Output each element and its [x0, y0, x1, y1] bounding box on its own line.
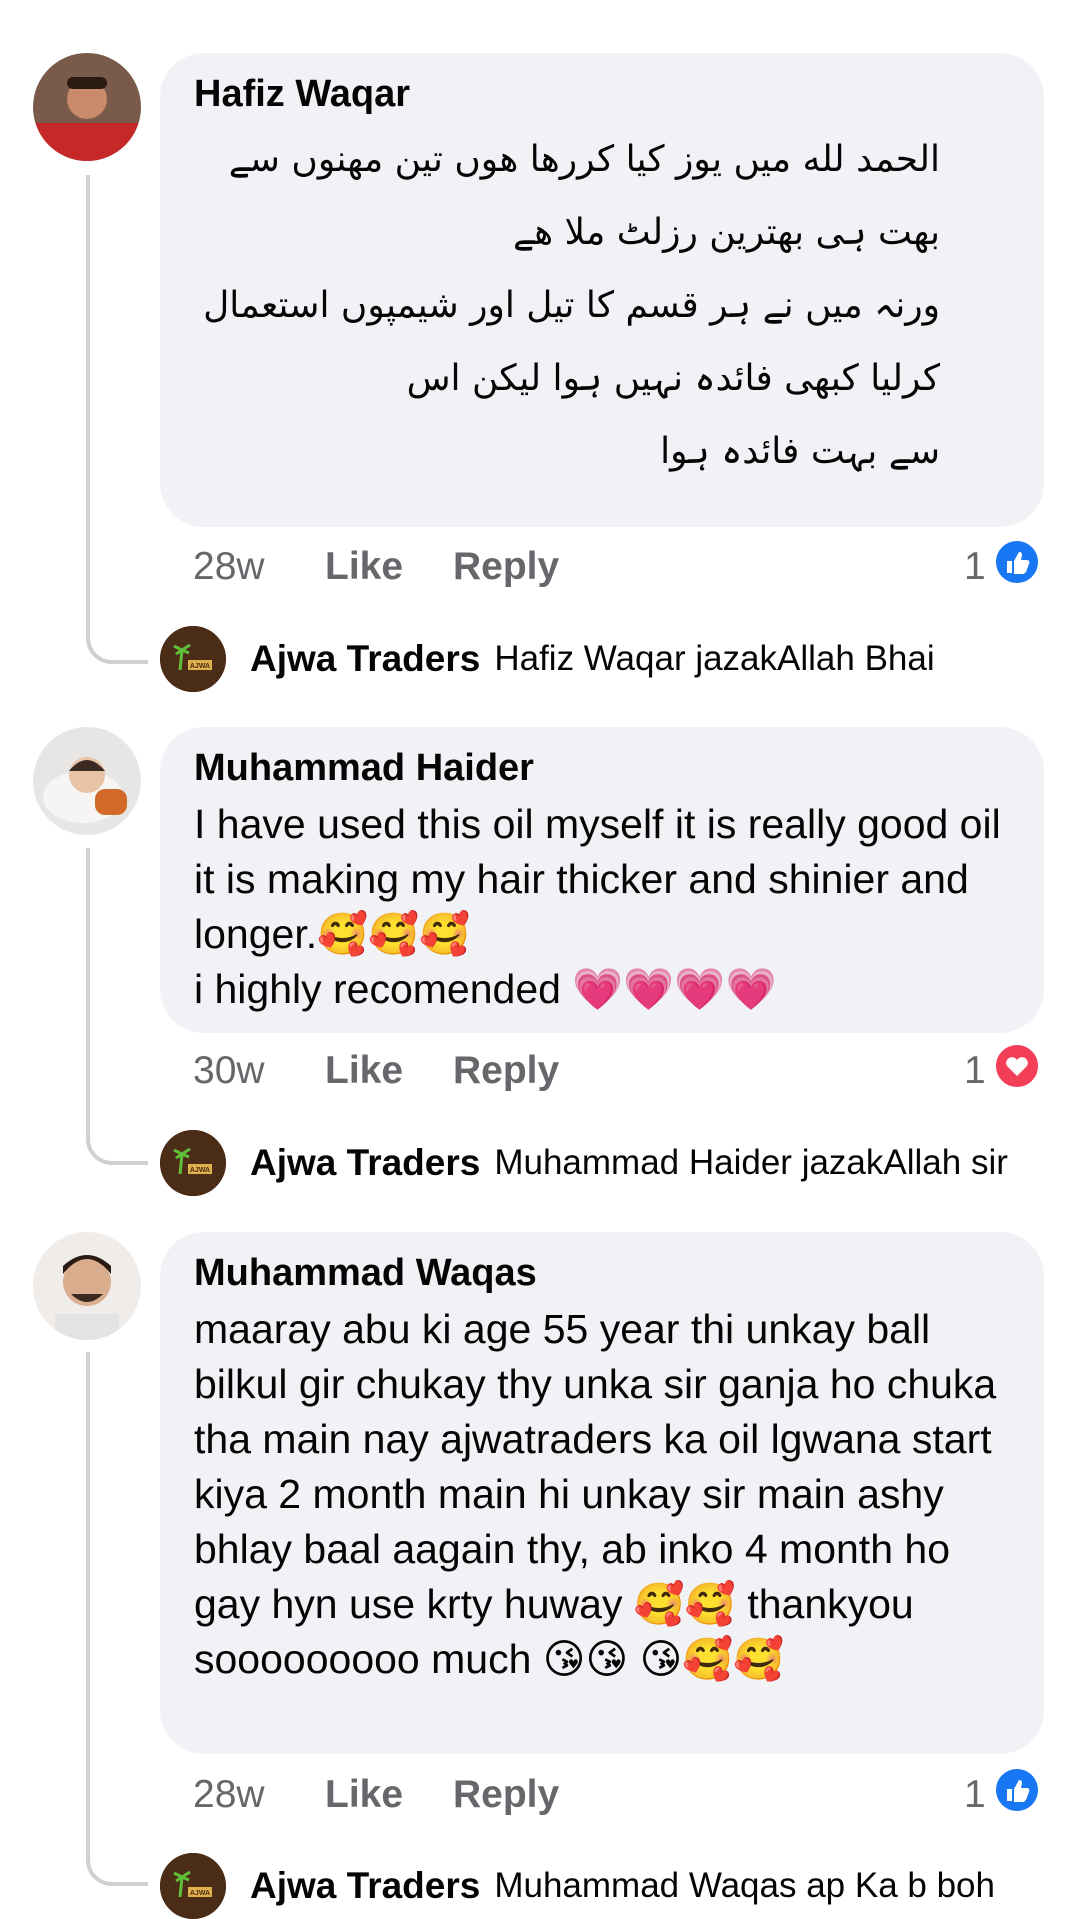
comment-bubble: Hafiz Waqar الحمد لله میں یوز کیا کررھا …: [160, 53, 1044, 527]
reply-item: AJWA Ajwa Traders Muhammad Waqas ap Ka b…: [160, 1853, 995, 1919]
comment-author[interactable]: Hafiz Waqar: [194, 71, 1010, 117]
like-button[interactable]: Like: [325, 542, 403, 592]
page-avatar[interactable]: AJWA: [160, 626, 226, 692]
reply-author[interactable]: Ajwa Traders: [250, 638, 480, 680]
page-avatar[interactable]: AJWA: [160, 1130, 226, 1196]
reaction-summary[interactable]: 1: [964, 1043, 1040, 1095]
reaction-summary[interactable]: 1: [964, 1767, 1040, 1819]
like-icon: [993, 1767, 1040, 1823]
like-button[interactable]: Like: [325, 1046, 403, 1096]
page-avatar[interactable]: AJWA: [160, 1853, 226, 1919]
page-logo-text: AJWA: [190, 1167, 210, 1174]
comment-bubble: Muhammad Haider I have used this oil mys…: [160, 727, 1044, 1033]
avatar[interactable]: [33, 1232, 141, 1340]
reaction-count: 1: [964, 545, 986, 588]
page-logo-text: AJWA: [190, 1890, 210, 1897]
comment-text: maaray abu ki age 55 year thi unkay ball…: [194, 1306, 997, 1682]
like-icon: [993, 539, 1040, 595]
comment-time[interactable]: 30w: [193, 1046, 265, 1096]
reply-text: Hafiz Waqar jazakAllah Bhai: [494, 639, 935, 678]
reply-item: AJWA Ajwa Traders Muhammad Haider jazakA…: [160, 1130, 1008, 1196]
reply-text: Muhammad Waqas ap Ka b boh: [494, 1866, 995, 1905]
avatar[interactable]: [33, 53, 141, 161]
thread-connector: [86, 175, 148, 664]
reply-author[interactable]: Ajwa Traders: [250, 1865, 480, 1907]
reply-author[interactable]: Ajwa Traders: [250, 1142, 480, 1184]
reply-button[interactable]: Reply: [453, 1770, 559, 1820]
reply-item: AJWA Ajwa Traders Hafiz Waqar jazakAllah…: [160, 626, 935, 692]
reply-button[interactable]: Reply: [453, 1046, 559, 1096]
thread-connector: [86, 848, 148, 1165]
reaction-summary[interactable]: 1: [964, 539, 1040, 591]
reply-button[interactable]: Reply: [453, 542, 559, 592]
thread-connector: [86, 1352, 148, 1886]
like-button[interactable]: Like: [325, 1770, 403, 1820]
comment-author[interactable]: Muhammad Haider: [194, 745, 1010, 791]
comment-time[interactable]: 28w: [193, 1770, 265, 1820]
reaction-count: 1: [964, 1773, 986, 1816]
comment-bubble: Muhammad Waqas maaray abu ki age 55 year…: [160, 1232, 1044, 1754]
comment-time[interactable]: 28w: [193, 542, 265, 592]
comment-author[interactable]: Muhammad Waqas: [194, 1250, 1010, 1296]
comment-text: الحمد لله میں یوز کیا کررھا ھوں تین مھنو…: [203, 139, 940, 472]
reply-text: Muhammad Haider jazakAllah sir: [494, 1143, 1008, 1182]
reaction-count: 1: [964, 1049, 986, 1092]
page-logo-text: AJWA: [190, 663, 210, 670]
avatar[interactable]: [33, 727, 141, 835]
comment-text: I have used this oil myself it is really…: [194, 801, 1001, 1012]
love-icon: [993, 1043, 1040, 1099]
